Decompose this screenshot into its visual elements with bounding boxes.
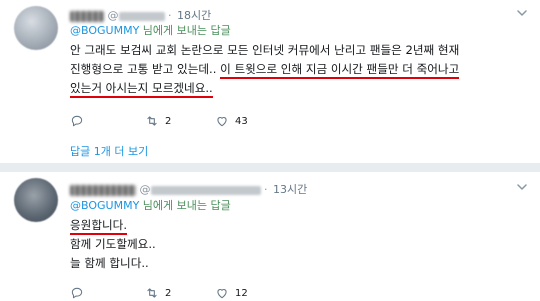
retweet-count: 2	[165, 287, 172, 299]
tweet-text: 응원합니다. 함께 기도할께요.. 늘 함께 합니다..	[70, 216, 156, 273]
retweet-icon	[147, 288, 157, 298]
like-count: 12	[235, 287, 248, 299]
handle-at: @	[139, 183, 151, 196]
reply-context: @BOGUMMY 님에게 보내는 답글	[70, 23, 231, 39]
reply-icon	[71, 287, 83, 299]
reply-context: @BOGUMMY 님에게 보내는 답글	[70, 198, 231, 214]
retweet-button[interactable]: 2	[145, 113, 171, 129]
timestamp[interactable]: 18시간	[177, 9, 211, 22]
tweet-line: 안 그래도 보검씨 교회 논란으로 모든 인터넷 커뮤에서 난리고 팬들은 2년…	[70, 43, 460, 57]
heart-icon	[217, 289, 227, 299]
underlined-text: 응원합니다.	[70, 218, 128, 235]
avatar[interactable]	[14, 178, 58, 222]
mention-link[interactable]: @BOGUMMY	[70, 199, 139, 212]
underlined-text: 있는거 아시는지 모르겠네요..	[70, 81, 213, 98]
tweet[interactable]: @ · 13시간 @BOGUMMY 님에게 보내는 답글 응원합니다. 함께 기…	[0, 172, 540, 299]
display-name-redacted[interactable]	[70, 10, 104, 22]
retweet-count: 2	[165, 115, 172, 127]
handle-redacted[interactable]	[118, 11, 165, 21]
tweet-header: @ · 13시간	[70, 182, 307, 198]
reply-icon	[71, 115, 83, 127]
show-more-replies-link[interactable]: 답글 1개 더 보기	[70, 145, 148, 159]
display-name-redacted[interactable]	[70, 184, 136, 196]
reply-context-label: 님에게 보내는 답글	[139, 199, 231, 212]
separator: ·	[264, 183, 268, 196]
divider	[0, 163, 540, 172]
retweet-icon	[147, 116, 157, 126]
tweet-line: 함께 기도할께요..	[70, 237, 156, 251]
like-count: 43	[235, 115, 248, 127]
tweet-line: 늘 함께 합니다..	[70, 256, 149, 270]
reply-button[interactable]	[70, 113, 90, 129]
timestamp[interactable]: 13시간	[273, 183, 307, 196]
tweet-line: 있는거 아시는지 모르겠네요..	[70, 79, 459, 98]
chevron-down-icon[interactable]	[517, 8, 527, 18]
tweet-header: @ · 18시간	[70, 8, 211, 24]
avatar[interactable]	[14, 6, 58, 50]
handle-at: @	[107, 9, 119, 22]
tweet-line: 진행형으로 고통 받고 있는데.. 이 트윗으로 인해 지금 이시간 팬들만 더…	[70, 60, 460, 79]
chevron-down-icon[interactable]	[517, 182, 527, 192]
separator: ·	[168, 9, 172, 22]
heart-icon	[217, 117, 227, 127]
underlined-text: 이 트윗으로 인해 지금 이시간 팬들만 더 죽어나고	[220, 62, 460, 79]
like-button[interactable]: 43	[215, 113, 248, 129]
tweet-line: 응원합니다.	[70, 216, 156, 235]
tweet-text: 안 그래도 보검씨 교회 논란으로 모든 인터넷 커뮤에서 난리고 팬들은 2년…	[70, 41, 459, 98]
tweet[interactable]: @ · 18시간 @BOGUMMY 님에게 보내는 답글 안 그래도 보검씨 교…	[0, 0, 540, 137]
reply-context-label: 님에게 보내는 답글	[139, 24, 231, 37]
handle-redacted[interactable]	[150, 185, 261, 195]
mention-link[interactable]: @BOGUMMY	[70, 24, 139, 37]
